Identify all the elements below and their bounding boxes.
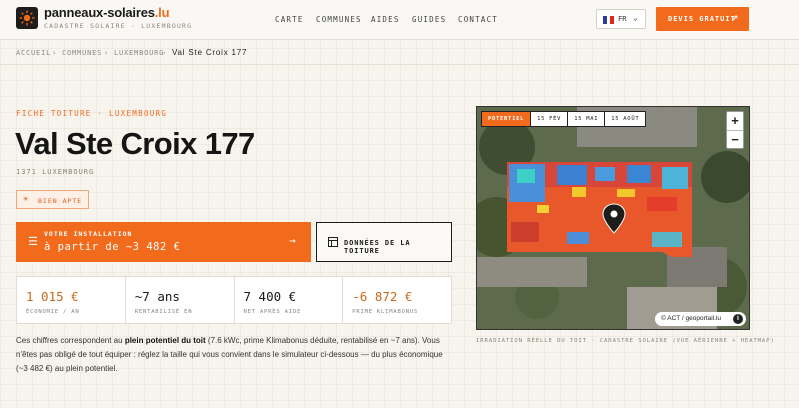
stat-label: ÉCONOMIE / AN: [26, 309, 80, 315]
locality: 1371 LUXEMBOURG: [16, 168, 95, 176]
top-header: panneaux-solaires.lu CADASTRE SOLAIRE · …: [0, 0, 799, 40]
language-code: FR: [618, 15, 627, 23]
installation-price: à partir de ~3 482 €: [44, 241, 181, 253]
logo-icon[interactable]: [16, 7, 38, 29]
breadcrumb-accueil[interactable]: ACCUEIL: [16, 49, 51, 57]
map-attribution: © ACT / geoportail.lu i: [655, 312, 746, 326]
stat-label: NET APRÈS AIDE: [243, 309, 302, 315]
stat-value: 1 015 €: [26, 289, 79, 304]
table-icon: [328, 237, 338, 247]
map-tabs: POTENTIEL 15 FÉV 15 MAI 15 AOÛT: [481, 111, 647, 127]
free-quote-button[interactable]: DEVIS GRATUIT ↗: [656, 7, 749, 31]
breadcrumb-luxembourg[interactable]: LUXEMBOURG: [114, 49, 164, 57]
tab-potentiel[interactable]: POTENTIEL: [481, 111, 532, 127]
installation-button[interactable]: ☰ VOTRE INSTALLATION à partir de ~3 482 …: [16, 222, 311, 262]
status-badge-label: BIEN APTE: [38, 197, 83, 205]
stat-value: 7 400 €: [243, 289, 297, 304]
sun-icon: ☀: [23, 195, 30, 205]
stat-payback: ~7 ans RENTABILISÉ EN: [126, 277, 235, 323]
stat-net-cost: 7 400 € NET APRÈS AIDE: [235, 277, 344, 323]
breadcrumb-sep: ›: [52, 49, 58, 57]
arrow-right-icon: →: [289, 234, 296, 247]
roof-data-button[interactable]: DONNÉES DE LA TOITURE: [316, 222, 452, 262]
tab-15-mai[interactable]: 15 MAI: [567, 111, 606, 127]
stat-value: ~7 ans: [134, 289, 180, 304]
zoom-in-button[interactable]: +: [727, 112, 743, 130]
explanation-paragraph: Ces chiffres correspondent au plein pote…: [16, 334, 456, 376]
brand-name[interactable]: panneaux-solaires.lu: [44, 5, 170, 20]
map-caption: IRRADIATION RÉELLE DU TOIT · CADASTRE SO…: [476, 338, 775, 344]
stat-label: PRIME KLIMABONUS: [352, 309, 419, 315]
free-quote-label: DEVIS GRATUIT: [668, 15, 736, 23]
arrow-up-right-icon: ↗: [732, 12, 740, 23]
sliders-icon: ☰: [28, 235, 38, 248]
stat-value: -6 872 €: [352, 289, 413, 304]
breadcrumb: ACCUEIL › COMMUNES › LUXEMBOURG › Val St…: [0, 41, 799, 65]
info-icon[interactable]: i: [733, 314, 743, 324]
chevron-down-icon: ⌄: [633, 13, 638, 22]
nav-contact[interactable]: CONTACT: [458, 15, 498, 24]
language-select[interactable]: FR ⌄: [596, 9, 646, 29]
breadcrumb-sep: ›: [162, 49, 168, 57]
nav-guides[interactable]: GUIDES: [412, 15, 446, 24]
stat-label: RENTABILISÉ EN: [134, 309, 193, 315]
breadcrumb-current: Val Ste Croix 177: [172, 48, 248, 57]
stats-panel: 1 015 € ÉCONOMIE / AN ~7 ans RENTABILISÉ…: [16, 276, 452, 324]
flag-fr-icon: [603, 16, 615, 24]
zoom-control: + −: [726, 111, 744, 149]
tab-15-fev[interactable]: 15 FÉV: [530, 111, 569, 127]
breadcrumb-communes[interactable]: COMMUNES: [62, 49, 102, 57]
page-title: Val Ste Croix 177: [15, 126, 255, 161]
para-bold: plein potentiel du toit: [124, 336, 206, 345]
nav-communes[interactable]: COMMUNES: [316, 15, 362, 24]
solar-map[interactable]: POTENTIEL 15 FÉV 15 MAI 15 AOÛT + − © AC…: [476, 106, 750, 330]
nav-carte[interactable]: CARTE: [275, 15, 304, 24]
brand-tld: .lu: [154, 5, 170, 20]
stat-klimabonus: -6 872 € PRIME KLIMABONUS: [343, 277, 451, 323]
zoom-out-button[interactable]: −: [727, 130, 743, 148]
page-eyebrow: FICHE TOITURE · LUXEMBOURG: [16, 109, 168, 118]
tab-15-aout[interactable]: 15 AOÛT: [604, 111, 647, 127]
attribution-text: © ACT / geoportail.lu: [661, 315, 721, 322]
breadcrumb-sep: ›: [104, 49, 110, 57]
brand-main: panneaux-solaires: [44, 5, 155, 20]
nav-aides[interactable]: AIDES: [371, 15, 400, 24]
brand-subtitle: CADASTRE SOLAIRE · LUXEMBOURG: [44, 22, 193, 30]
para-text-1: Ces chiffres correspondent au: [16, 336, 125, 345]
aerial-heatmap: [477, 107, 749, 329]
installation-label: VOTRE INSTALLATION: [44, 230, 133, 238]
roof-data-label: DONNÉES DE LA TOITURE: [344, 239, 411, 255]
stat-savings: 1 015 € ÉCONOMIE / AN: [17, 277, 126, 323]
status-badge: ☀ BIEN APTE: [16, 190, 89, 209]
